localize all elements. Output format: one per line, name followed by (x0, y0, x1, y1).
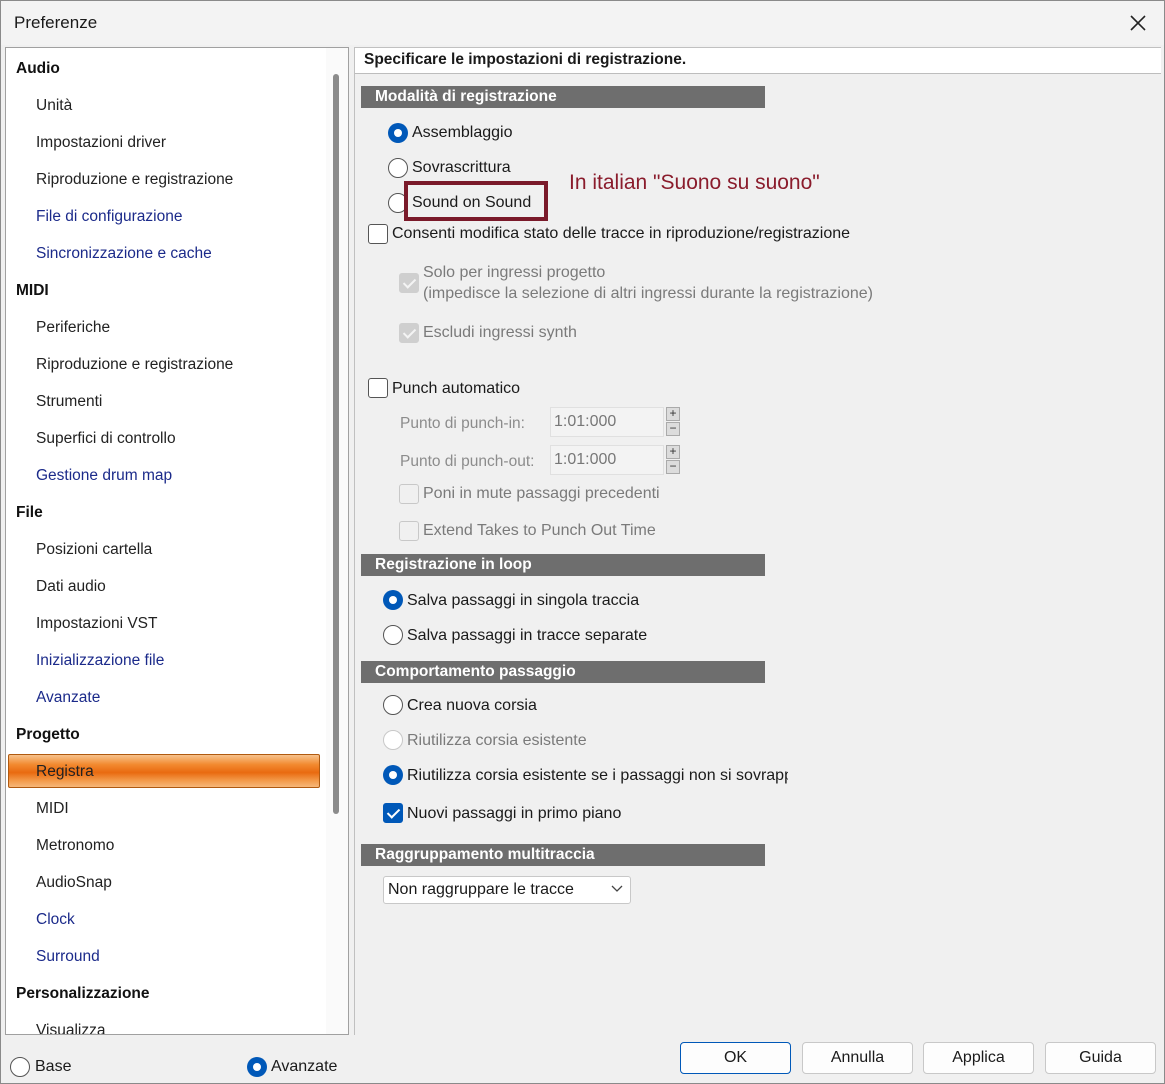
nav-item-file-configurazione[interactable]: File di configurazione (6, 200, 322, 234)
dialog-footer: Base Avanzate OK Annulla Applica Guida (1, 1036, 1164, 1084)
punch-in-label: Punto di punch-in: (400, 415, 525, 432)
annotation-highlight-box (404, 181, 548, 221)
nav-item-sincronizzazione-cache[interactable]: Sincronizzazione e cache (6, 237, 322, 271)
punch-in-stepper[interactable]: + − (666, 407, 680, 437)
nav-scrollbar-thumb[interactable] (333, 74, 339, 814)
checkbox-new-takes-front-label[interactable]: Nuovi passaggi in primo piano (407, 805, 621, 823)
checkbox-mute-previous[interactable] (399, 484, 419, 504)
checkbox-exclude-synth-label: Escludi ingressi synth (423, 324, 577, 341)
nav-header-midi[interactable]: MIDI (6, 274, 322, 308)
checkbox-auto-punch-label[interactable]: Punch automatico (392, 380, 520, 398)
plus-icon[interactable]: + (666, 445, 680, 459)
checkbox-project-inputs-note: (impedisce la selezione di altri ingress… (423, 285, 873, 302)
radio-separate-tracks-label[interactable]: Salva passaggi in tracce separate (407, 627, 647, 645)
radio-new-lane-label[interactable]: Crea nuova corsia (407, 697, 537, 715)
nav-item-posizioni-cartella[interactable]: Posizioni cartella (6, 533, 322, 567)
nav-item-registra[interactable]: Registra (8, 754, 320, 788)
plus-icon[interactable]: + (666, 407, 680, 421)
nav-item-drum-map[interactable]: Gestione drum map (6, 459, 322, 493)
preferences-dialog: Preferenze Audio Unità Impostazioni driv… (0, 0, 1165, 1084)
nav-item-audio-riproduzione[interactable]: Riproduzione e registrazione (6, 163, 322, 197)
checkbox-mute-previous-label: Poni in mute passaggi precedenti (423, 485, 660, 502)
radio-reuse-lane-label: Riutilizza corsia esistente (407, 732, 587, 749)
nav-item-inizializzazione-file[interactable]: Inizializzazione file (6, 644, 322, 678)
section-take-behavior: Comportamento passaggio (361, 661, 765, 683)
checkbox-allow-track-edit-label[interactable]: Consenti modifica stato delle tracce in … (392, 225, 850, 243)
nav-header-audio[interactable]: Audio (6, 52, 322, 86)
nav-item-avanzate[interactable]: Avanzate (6, 681, 322, 715)
window-title: Preferenze (14, 13, 98, 32)
nav-item-visualizza[interactable]: Visualizza (6, 1014, 322, 1034)
nav-scrollbar[interactable] (326, 48, 348, 1034)
punch-in-field[interactable]: 1:01:000 (550, 407, 664, 437)
radio-mode-advanced[interactable] (247, 1057, 267, 1077)
title-bar: Preferenze (1, 1, 1164, 45)
nav-item-superfici-controllo[interactable]: Superfici di controllo (6, 422, 322, 456)
checkbox-project-inputs-only-label: Solo per ingressi progetto (423, 264, 606, 281)
checkbox-project-inputs-only[interactable] (399, 273, 419, 293)
radio-single-track-label[interactable]: Salva passaggi in singola traccia (407, 592, 639, 610)
nav-item-dati-audio[interactable]: Dati audio (6, 570, 322, 604)
close-button[interactable] (1124, 9, 1152, 37)
nav-item-metronomo[interactable]: Metronomo (6, 829, 322, 863)
preferences-nav: Audio Unità Impostazioni driver Riproduz… (5, 47, 349, 1035)
nav-header-personalizzazione[interactable]: Personalizzazione (6, 977, 322, 1011)
nav-header-progetto[interactable]: Progetto (6, 718, 322, 752)
punch-out-label: Punto di punch-out: (400, 453, 535, 470)
nav-item-midi-riproduzione[interactable]: Riproduzione e registrazione (6, 348, 322, 382)
checkbox-auto-punch[interactable] (368, 378, 388, 398)
section-loop-recording: Registrazione in loop (361, 554, 765, 576)
minus-icon[interactable]: − (666, 422, 680, 436)
radio-reuse-lane-no-overlap[interactable] (383, 765, 403, 785)
radio-reuse-lane-no-overlap-label[interactable]: Riutilizza corsia esistente se i passagg… (407, 767, 788, 785)
radio-mode-basic[interactable] (10, 1057, 30, 1077)
cancel-button[interactable]: Annulla (802, 1042, 913, 1074)
radio-new-lane[interactable] (383, 695, 403, 715)
ok-button[interactable]: OK (680, 1042, 791, 1074)
radio-reuse-lane[interactable] (383, 730, 403, 750)
annotation-text: In italian "Suono su suono" (569, 171, 820, 194)
panel-header: Specificare le impostazioni di registraz… (355, 48, 1161, 74)
checkbox-extend-takes[interactable] (399, 521, 419, 541)
panel-header-text: Specificare le impostazioni di registraz… (364, 51, 687, 68)
help-button[interactable]: Guida (1045, 1042, 1156, 1074)
nav-item-audiosnap[interactable]: AudioSnap (6, 866, 322, 900)
checkbox-exclude-synth[interactable] (399, 323, 419, 343)
grouping-dropdown-value: Non raggruppare le tracce (388, 881, 574, 898)
grouping-dropdown[interactable]: Non raggruppare le tracce (383, 876, 631, 904)
radio-sovrascrittura[interactable] (388, 158, 408, 178)
nav-item-periferiche[interactable]: Periferiche (6, 311, 322, 345)
radio-mode-advanced-label[interactable]: Avanzate (271, 1058, 337, 1076)
nav-item-impostazioni-driver[interactable]: Impostazioni driver (6, 126, 322, 160)
nav-item-clock[interactable]: Clock (6, 903, 322, 937)
nav-item-surround[interactable]: Surround (6, 940, 322, 974)
radio-sovrascrittura-label[interactable]: Sovrascrittura (412, 159, 511, 177)
checkbox-extend-takes-label: Extend Takes to Punch Out Time (423, 522, 656, 539)
nav-item-impostazioni-vst[interactable]: Impostazioni VST (6, 607, 322, 641)
minus-icon[interactable]: − (666, 460, 680, 474)
section-multitrack-grouping: Raggruppamento multitraccia (361, 844, 765, 866)
radio-assemblaggio-label[interactable]: Assemblaggio (412, 124, 513, 142)
checkbox-new-takes-front[interactable] (383, 803, 403, 823)
nav-header-file[interactable]: File (6, 496, 322, 530)
radio-separate-tracks[interactable] (383, 625, 403, 645)
apply-button[interactable]: Applica (923, 1042, 1034, 1074)
section-recording-mode: Modalità di registrazione (361, 86, 765, 108)
punch-out-stepper[interactable]: + − (666, 445, 680, 475)
nav-item-progetto-midi[interactable]: MIDI (6, 792, 322, 826)
chevron-down-icon (611, 885, 623, 892)
punch-out-field[interactable]: 1:01:000 (550, 445, 664, 475)
checkbox-allow-track-edit[interactable] (368, 224, 388, 244)
radio-single-track[interactable] (383, 590, 403, 610)
radio-mode-basic-label[interactable]: Base (35, 1058, 71, 1076)
radio-assemblaggio[interactable] (388, 123, 408, 143)
nav-item-unita[interactable]: Unità (6, 89, 322, 123)
close-icon (1130, 15, 1146, 31)
nav-item-strumenti[interactable]: Strumenti (6, 385, 322, 419)
